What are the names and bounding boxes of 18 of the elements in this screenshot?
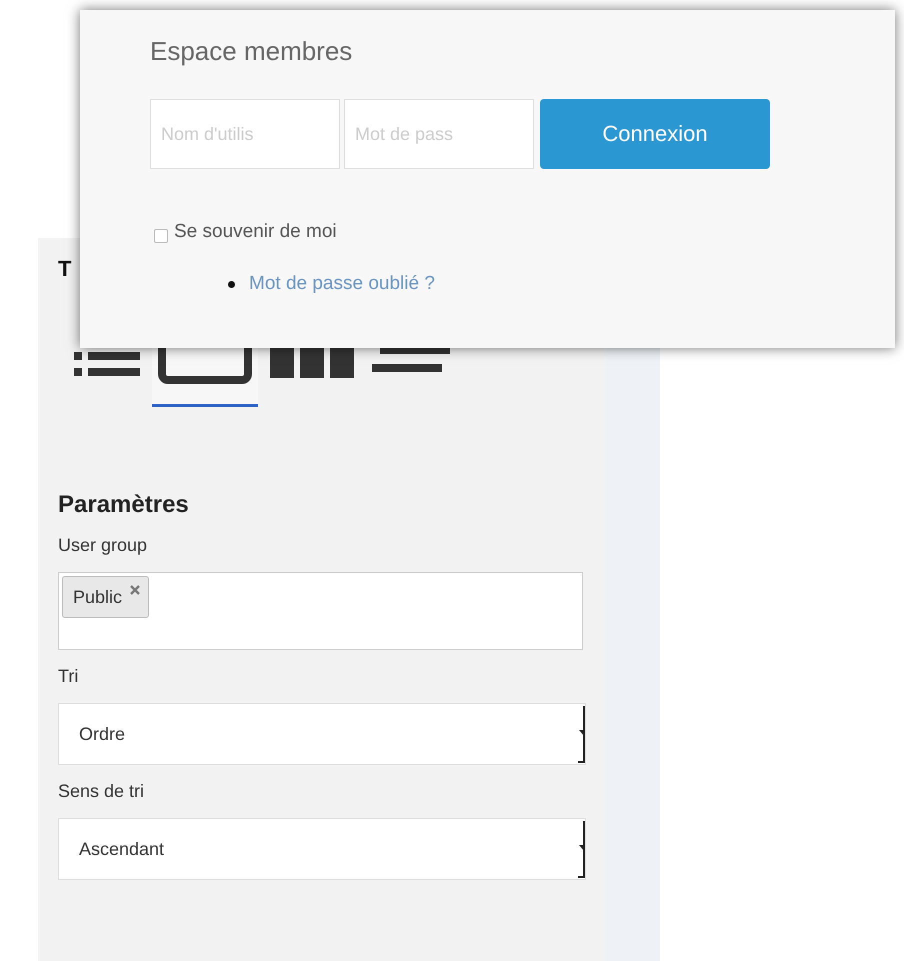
bullet-icon (228, 280, 235, 288)
popup-title: Espace membres (150, 36, 352, 67)
select-field[interactable]: Ascendant (58, 818, 586, 880)
section-title: Paramètres (58, 491, 189, 519)
tag-label: Public (73, 586, 122, 609)
dropdown-icon (577, 704, 585, 764)
list-icon (74, 352, 140, 376)
field-label: Tri (58, 666, 78, 687)
field-label: Sens de tri (58, 781, 144, 802)
remove-icon[interactable] (130, 585, 140, 595)
select-field[interactable]: Ordre (58, 703, 586, 765)
field-label: User group (58, 535, 148, 556)
checkbox[interactable] (154, 229, 168, 243)
columns-icon (270, 346, 354, 378)
checkbox-label: Se souvenir de moi (174, 221, 337, 243)
tag-input-field[interactable]: Public (58, 572, 583, 650)
panel-heading: T (58, 256, 72, 282)
dropdown-icon (577, 819, 585, 879)
